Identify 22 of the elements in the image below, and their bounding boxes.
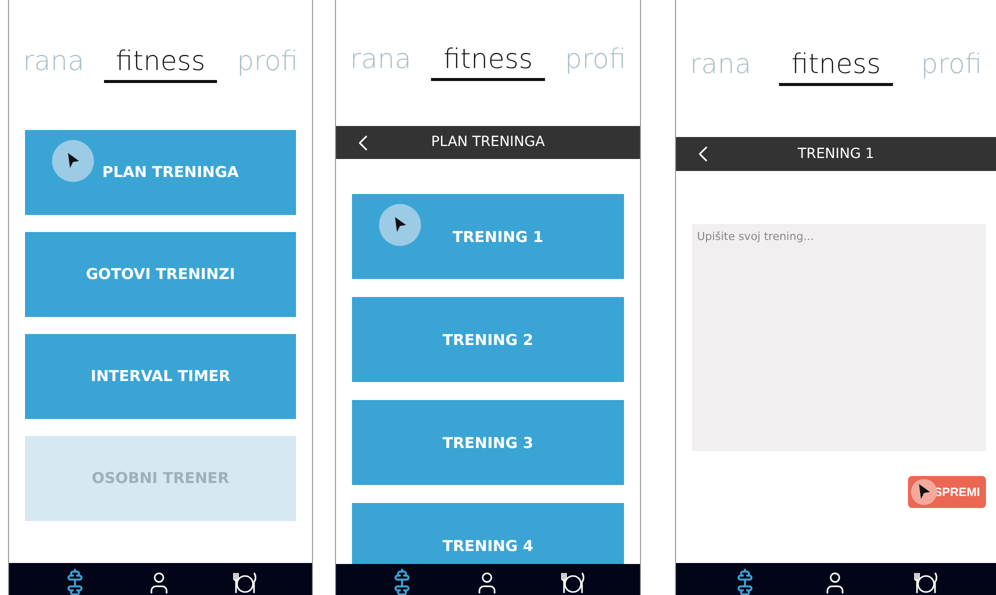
menu-button[interactable]: INTERVAL TIMER [25, 334, 296, 419]
plate-cutlery-icon[interactable] [560, 570, 586, 595]
menu-button[interactable]: TRENING 2 [352, 297, 624, 382]
tab[interactable]: rana [11, 44, 96, 83]
tab[interactable]: rana [678, 47, 764, 86]
header-title: TRENING 1 [798, 144, 874, 164]
tab[interactable]: fitness [779, 47, 893, 86]
plate-cutlery-icon[interactable] [232, 570, 258, 595]
header-title: PLAN TRENINGA [431, 133, 545, 152]
tab[interactable]: rana [338, 42, 424, 81]
tab[interactable]: profi [224, 44, 310, 83]
plate-cutlery-icon[interactable] [913, 570, 940, 595]
workout-text-field[interactable]: Upišite svoj trening... [692, 224, 986, 451]
tab[interactable]: fitness [431, 42, 545, 81]
menu-button[interactable]: TRENING 3 [352, 400, 624, 486]
menu-button[interactable]: TRENING 4 [352, 503, 624, 564]
menu-button[interactable]: TRENING 1 [352, 194, 624, 280]
menu-button[interactable]: PLAN TRENINGA [25, 130, 296, 215]
menu-button[interactable]: GOTOVI TRENINZI [25, 232, 296, 317]
tab[interactable]: profi [552, 42, 638, 81]
tab[interactable]: fitness [104, 44, 218, 83]
tab[interactable]: profi [908, 47, 994, 86]
